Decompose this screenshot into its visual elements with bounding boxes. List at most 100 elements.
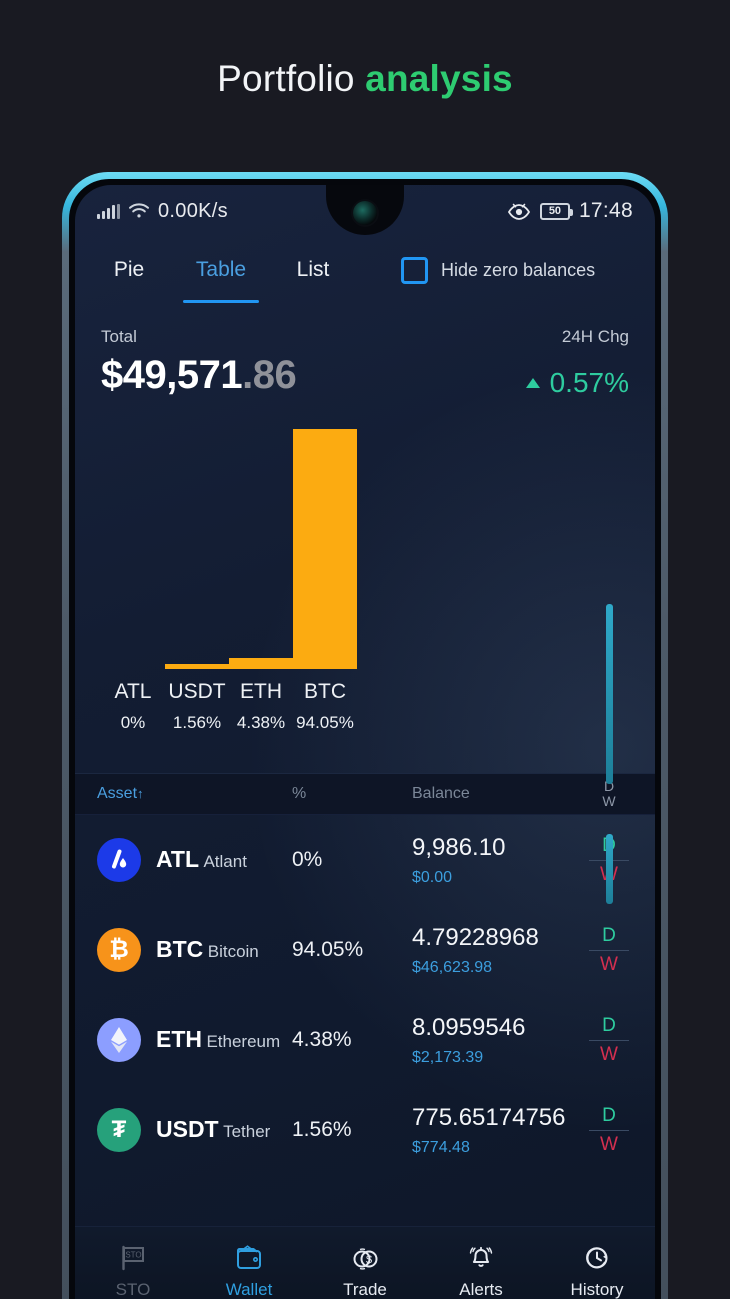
volume-button[interactable] [606,604,613,784]
asset-symbol: BTC [156,936,204,963]
axis-col-2: ETH 4.38% [229,680,293,733]
axis-name-1: USDT [168,680,226,703]
nav-item-history[interactable]: History [539,1240,655,1299]
table-row[interactable]: ATL Atlant 0% 9,986.10 $0.00 D W [75,815,655,905]
tab-table[interactable]: Table [175,237,267,303]
percent-cell: 4.38% [292,1028,352,1051]
clock-arrow-icon [539,1240,655,1276]
total-amount-cents: .86 [242,353,297,397]
nav-label-history: History [570,1279,624,1299]
percent-cell: 0% [292,848,323,871]
phone-screen: 0.00K/s 50 17:48 Pie Table List Hide zer… [75,185,655,1299]
asset-cell: ATL Atlant [97,838,292,882]
divider [589,949,629,951]
nav-item-alerts[interactable]: Alerts [423,1240,539,1299]
asset-name: Atlant [203,852,247,872]
power-button[interactable] [606,834,613,904]
eye-icon [507,203,531,220]
withdraw-button[interactable]: W [585,1043,633,1067]
bell-icon [423,1240,539,1276]
coins-icon: $ [307,1240,423,1276]
deposit-button[interactable]: D [585,1104,633,1128]
clock: 17:48 [578,199,633,222]
ethereum-icon [97,1018,141,1062]
nav-item-sto[interactable]: STO STO [75,1240,191,1299]
balance-cell: 9,986.10 $0.00 [412,834,585,887]
table-row[interactable]: ₿ BTC Bitcoin 94.05% 4.79228968 $46,623.… [75,905,655,995]
sto-flag-icon: STO [75,1240,191,1276]
asset-text: USDT Tether [156,1117,270,1142]
axis-col-3: BTC 94.05% [293,680,357,733]
table-row[interactable]: ETH Ethereum 4.38% 8.0959546 $2,173.39 D… [75,995,655,1085]
bitcoin-icon: ₿ [97,928,141,972]
change-value-group: 0.57% [525,367,629,399]
change-label: 24H Chg [561,327,629,346]
nav-label-sto: STO [115,1279,151,1299]
nav-item-trade[interactable]: $ Trade [307,1240,423,1299]
balance-fiat: $46,623.98 [412,958,493,976]
page-title-plain: Portfolio [217,58,366,99]
bar-col-3 [293,429,357,669]
chart-axis-labels: ATL 0% USDT 1.56% ETH 4.38% BTC 94.05% [101,680,629,733]
divider [589,1129,629,1131]
asset-cell: ETH Ethereum [97,1018,292,1062]
asset-name: Tether [223,1122,271,1142]
phone-frame: 0.00K/s 50 17:48 Pie Table List Hide zer… [62,172,668,1299]
nav-label-alerts: Alerts [459,1279,503,1299]
column-header-asset-label: Asset [97,785,138,802]
column-header-balance[interactable]: Balance [412,785,585,803]
change-value: 0.57% [549,367,629,398]
bar-usdt [165,664,229,669]
nav-item-wallet[interactable]: Wallet [191,1240,307,1299]
table-header-row: Asset↑ % Balance D W [75,773,655,815]
nav-label-trade: Trade [343,1279,387,1299]
deposit-button[interactable]: D [585,924,633,948]
balance-quantity: 9,986.10 [412,833,506,861]
battery-icon: 50 [539,202,573,220]
balance-quantity: 8.0959546 [412,1013,526,1041]
asset-cell: ₿ BTC Bitcoin [97,928,292,972]
asset-table: Asset↑ % Balance D W ATL Atlant 0% 9,986… [75,773,655,1175]
balance-fiat: $0.00 [412,868,453,886]
sort-ascending-icon: ↑ [137,786,144,801]
axis-col-1: USDT 1.56% [165,680,229,733]
asset-symbol: ETH [156,1026,202,1053]
axis-name-2: ETH [240,680,282,703]
bar-col-2 [229,658,293,669]
bar-eth [229,658,293,669]
column-header-asset[interactable]: Asset↑ [97,785,292,803]
network-speed: 0.00K/s [158,199,228,222]
axis-pct-1: 1.56% [172,713,222,732]
bar-col-1 [165,664,229,669]
asset-text: ETH Ethereum [156,1027,280,1052]
asset-name: Bitcoin [207,942,259,962]
chart-bars [101,429,629,669]
axis-col-0: ATL 0% [101,680,165,733]
tab-list[interactable]: List [267,237,359,303]
svg-text:STO: STO [125,1250,141,1259]
column-header-percent[interactable]: % [292,785,412,803]
allocation-bar-chart: ATL 0% USDT 1.56% ETH 4.38% BTC 94.05% [75,429,655,733]
total-amount-main: $49,571 [101,353,243,397]
withdraw-button[interactable]: W [585,1133,633,1157]
balance-quantity: 775.65174756 [412,1103,566,1131]
table-row[interactable]: ₮ USDT Tether 1.56% 775.65174756 $774.48… [75,1085,655,1175]
tether-icon: ₮ [97,1108,141,1152]
tab-pie[interactable]: Pie [83,237,175,303]
axis-pct-2: 4.38% [236,713,286,732]
balance-fiat: $2,173.39 [412,1048,484,1066]
hide-zero-balances-checkbox[interactable] [401,256,428,284]
page-title: Portfolio analysis [0,58,730,100]
asset-cell: ₮ USDT Tether [97,1108,292,1152]
deposit-withdraw-cell: D W [585,1014,633,1067]
withdraw-button[interactable]: W [585,953,633,977]
asset-text: ATL Atlant [156,847,247,872]
signal-bars-icon [97,203,120,219]
phone-bezel: 0.00K/s 50 17:48 Pie Table List Hide zer… [69,179,661,1299]
deposit-button[interactable]: D [585,1014,633,1038]
hide-zero-balances-toggle[interactable]: Hide zero balances [401,256,595,284]
column-header-w: W [602,793,616,809]
nav-label-wallet: Wallet [225,1279,273,1299]
asset-text: BTC Bitcoin [156,937,259,962]
axis-pct-0: 0% [120,713,146,732]
